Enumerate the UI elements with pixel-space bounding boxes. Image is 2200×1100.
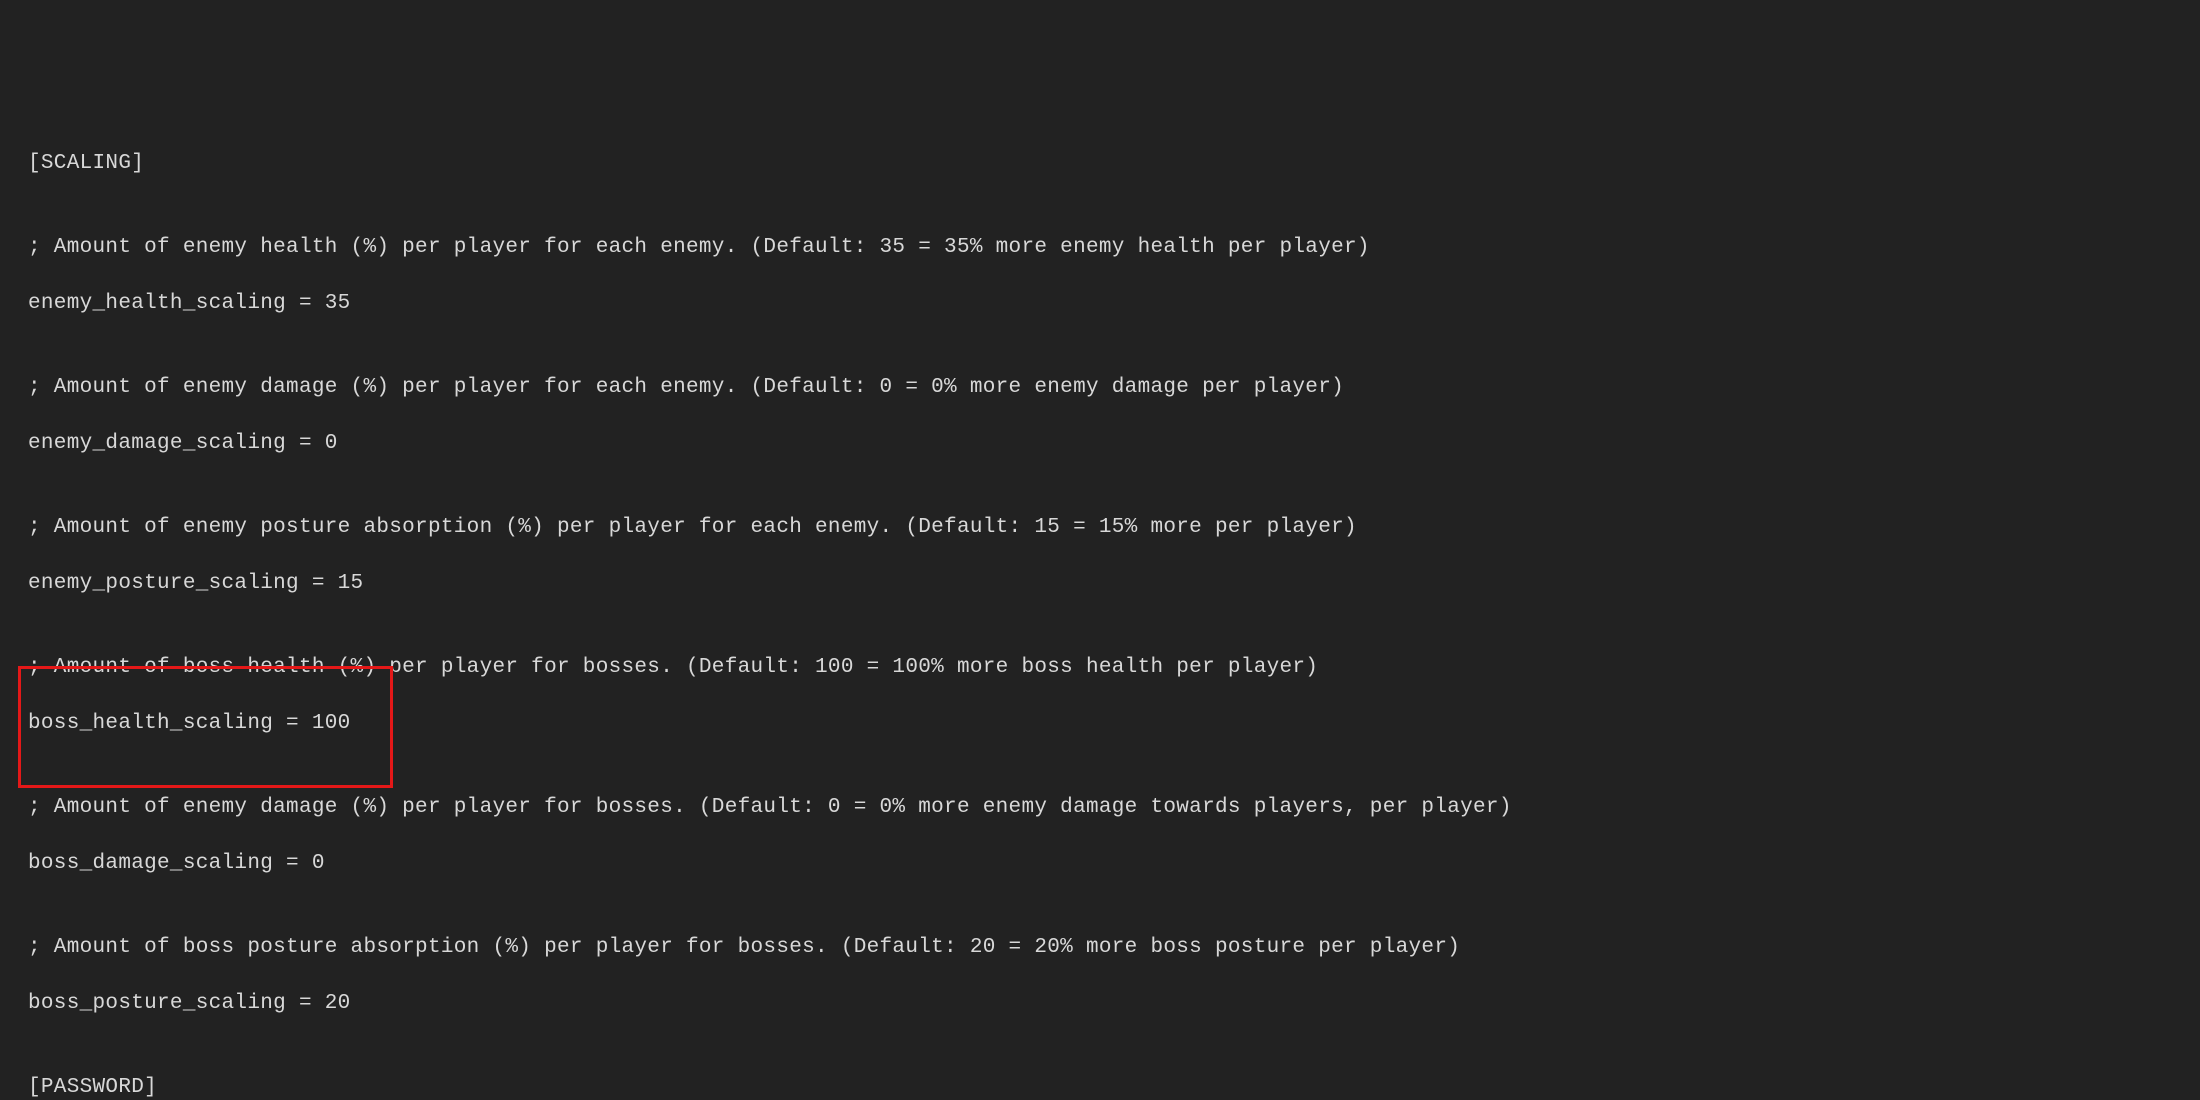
comment-enemy-posture: ; Amount of enemy posture absorption (%)… <box>28 514 2172 542</box>
setting-enemy-posture-scaling: enemy_posture_scaling = 15 <box>28 570 2172 598</box>
setting-boss-health-scaling: boss_health_scaling = 100 <box>28 710 2172 738</box>
section-header-scaling: [SCALING] <box>28 150 2172 178</box>
comment-boss-posture: ; Amount of boss posture absorption (%) … <box>28 934 2172 962</box>
setting-boss-posture-scaling: boss_posture_scaling = 20 <box>28 990 2172 1018</box>
comment-boss-damage: ; Amount of enemy damage (%) per player … <box>28 794 2172 822</box>
section-header-password: [PASSWORD] <box>28 1074 2172 1100</box>
comment-enemy-health: ; Amount of enemy health (%) per player … <box>28 234 2172 262</box>
setting-enemy-health-scaling: enemy_health_scaling = 35 <box>28 290 2172 318</box>
comment-boss-health: ; Amount of boss health (%) per player f… <box>28 654 2172 682</box>
comment-enemy-damage: ; Amount of enemy damage (%) per player … <box>28 374 2172 402</box>
setting-enemy-damage-scaling: enemy_damage_scaling = 0 <box>28 430 2172 458</box>
setting-boss-damage-scaling: boss_damage_scaling = 0 <box>28 850 2172 878</box>
